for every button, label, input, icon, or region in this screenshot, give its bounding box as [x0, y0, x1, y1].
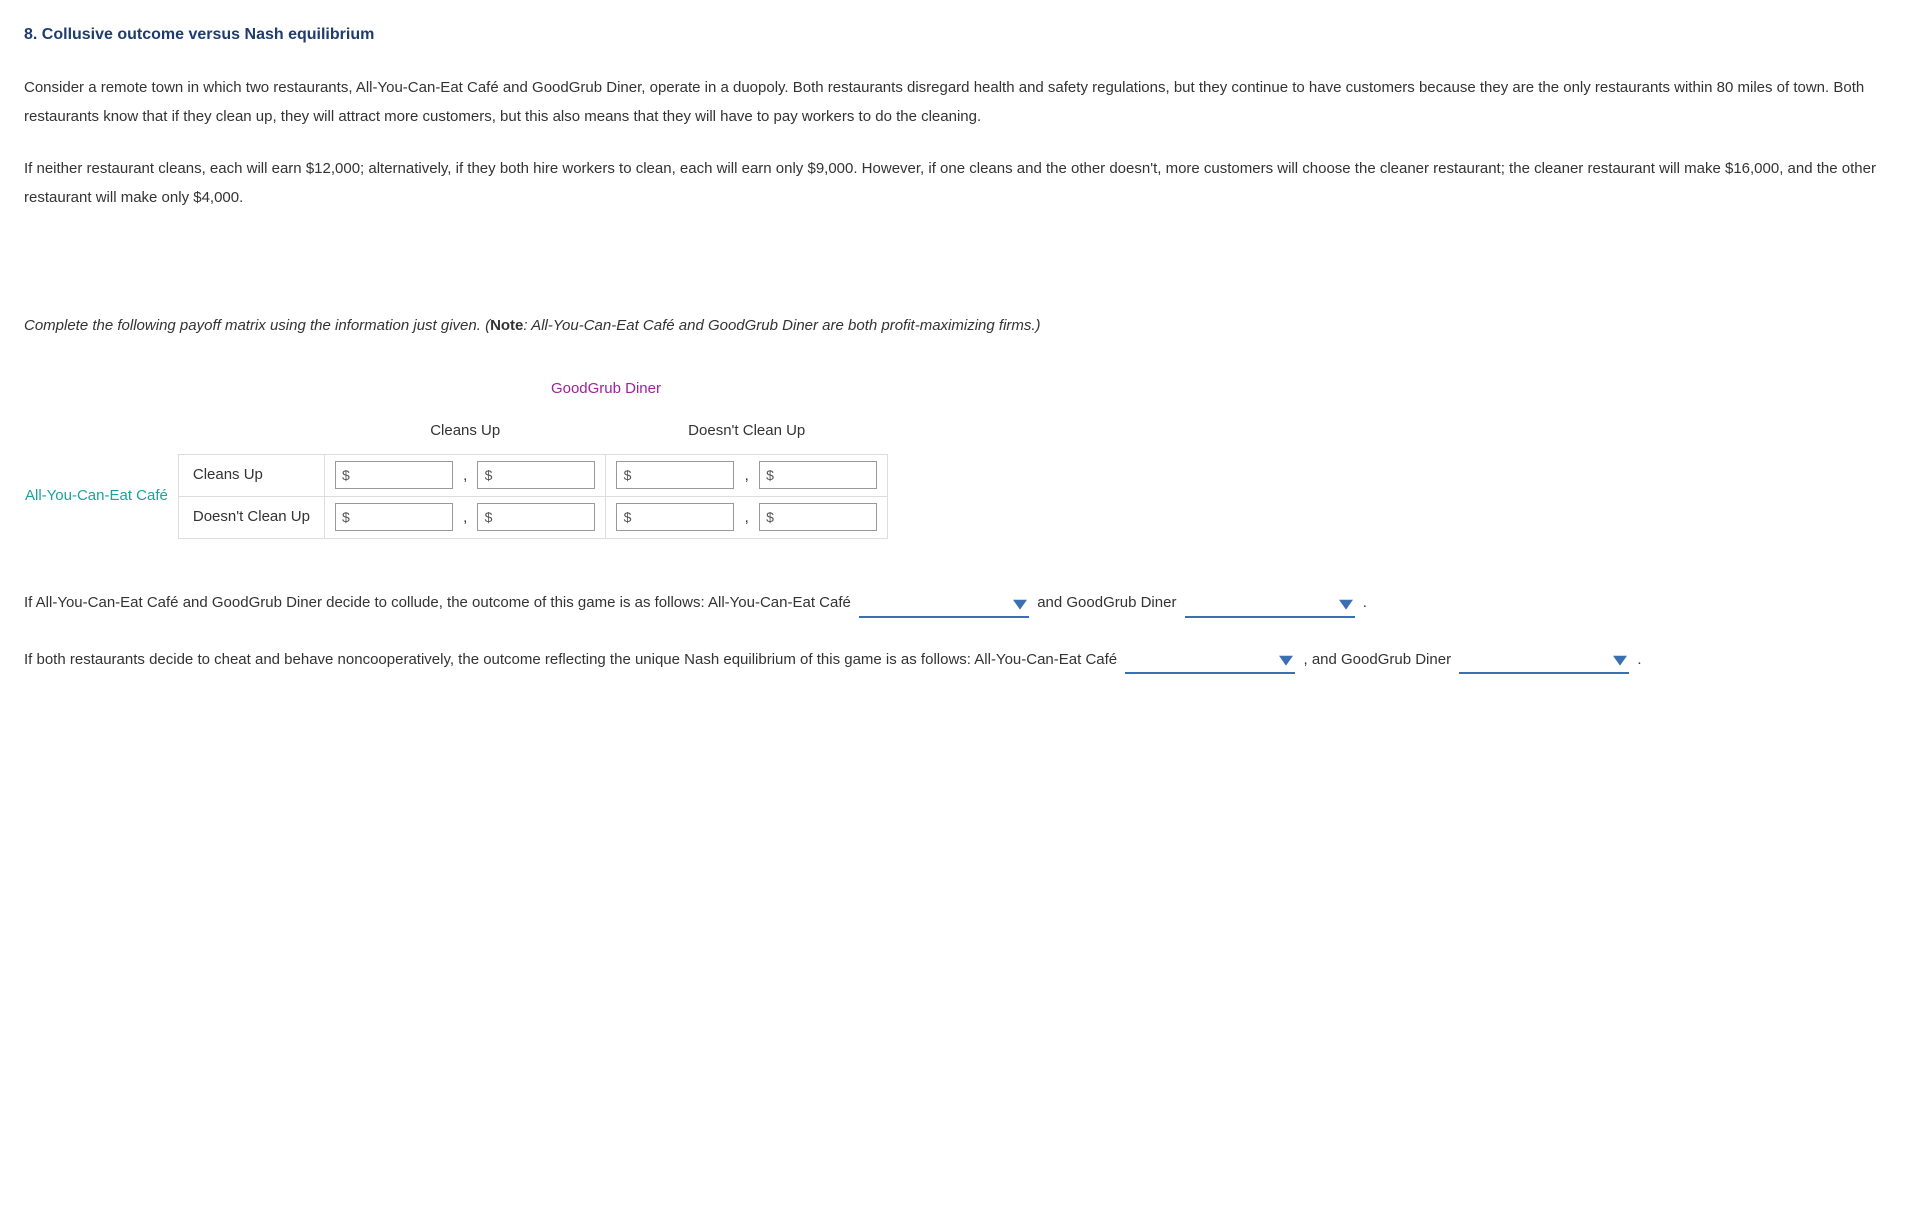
chevron-down-icon	[1279, 653, 1293, 667]
chevron-down-icon	[1339, 597, 1353, 611]
payoff-input-0-1-b[interactable]	[780, 462, 876, 488]
q2-end: .	[1637, 651, 1641, 668]
payoff-input-1-1-a[interactable]	[637, 504, 733, 530]
dropdown-q2-b[interactable]	[1459, 650, 1629, 674]
chevron-down-icon	[1013, 597, 1027, 611]
comma: ,	[745, 467, 749, 484]
section-heading: 8. Collusive outcome versus Nash equilib…	[24, 20, 1891, 50]
instruction-text: Complete the following payoff matrix usi…	[24, 312, 1891, 341]
question-2: If both restaurants decide to cheat and …	[24, 646, 1891, 675]
dollar-icon: $	[617, 462, 637, 488]
payoff-input-1-1-a-wrap: $	[616, 503, 734, 531]
payoff-input-1-0-b[interactable]	[498, 504, 594, 530]
dollar-icon: $	[478, 462, 498, 488]
comma: ,	[463, 467, 467, 484]
payoff-input-0-0-b[interactable]	[498, 462, 594, 488]
note-label: Note	[490, 317, 523, 334]
dollar-icon: $	[617, 504, 637, 530]
paragraph-2: If neither restaurant cleans, each will …	[24, 155, 1891, 212]
payoff-input-0-0-a-wrap: $	[335, 461, 453, 489]
row-player-label: All-You-Can-Eat Café	[24, 454, 178, 538]
col-strategy-1: Doesn't Clean Up	[606, 409, 888, 454]
chevron-down-icon	[1613, 653, 1627, 667]
payoff-input-0-1-b-wrap: $	[759, 461, 877, 489]
dollar-icon: $	[336, 504, 356, 530]
instruction-pre: Complete the following payoff matrix usi…	[24, 317, 490, 334]
dropdown-q1-b[interactable]	[1185, 594, 1355, 618]
payoff-input-0-1-a-wrap: $	[616, 461, 734, 489]
payoff-cell-1-0: $ , $	[324, 497, 606, 539]
dollar-icon: $	[478, 504, 498, 530]
payoff-cell-1-1: $ , $	[606, 497, 888, 539]
payoff-input-1-0-a[interactable]	[356, 504, 452, 530]
payoff-cell-0-0: $ , $	[324, 454, 606, 496]
q2-pre: If both restaurants decide to cheat and …	[24, 651, 1121, 668]
paragraph-1: Consider a remote town in which two rest…	[24, 74, 1891, 131]
payoff-input-0-0-a[interactable]	[356, 462, 452, 488]
dollar-icon: $	[760, 504, 780, 530]
row-strategy-1: Doesn't Clean Up	[178, 497, 324, 539]
q1-mid: and GoodGrub Diner	[1037, 594, 1180, 611]
comma: ,	[463, 509, 467, 526]
question-1: If All-You-Can-Eat Café and GoodGrub Din…	[24, 589, 1891, 618]
col-player-label: GoodGrub Diner	[324, 369, 887, 410]
payoff-input-0-0-b-wrap: $	[477, 461, 595, 489]
col-strategy-0: Cleans Up	[324, 409, 606, 454]
instruction-post: : All-You-Can-Eat Café and GoodGrub Dine…	[523, 317, 1040, 334]
payoff-matrix: GoodGrub Diner Cleans Up Doesn't Clean U…	[24, 369, 1891, 539]
comma: ,	[745, 509, 749, 526]
payoff-input-1-1-b-wrap: $	[759, 503, 877, 531]
payoff-input-1-1-b[interactable]	[780, 504, 876, 530]
dollar-icon: $	[336, 462, 356, 488]
payoff-input-1-0-b-wrap: $	[477, 503, 595, 531]
q1-pre: If All-You-Can-Eat Café and GoodGrub Din…	[24, 594, 855, 611]
payoff-input-1-0-a-wrap: $	[335, 503, 453, 531]
dollar-icon: $	[760, 462, 780, 488]
q1-end: .	[1363, 594, 1367, 611]
row-strategy-0: Cleans Up	[178, 454, 324, 496]
payoff-cell-0-1: $ , $	[606, 454, 888, 496]
dropdown-q1-a[interactable]	[859, 594, 1029, 618]
q2-mid: , and GoodGrub Diner	[1303, 651, 1455, 668]
payoff-input-0-1-a[interactable]	[637, 462, 733, 488]
dropdown-q2-a[interactable]	[1125, 650, 1295, 674]
